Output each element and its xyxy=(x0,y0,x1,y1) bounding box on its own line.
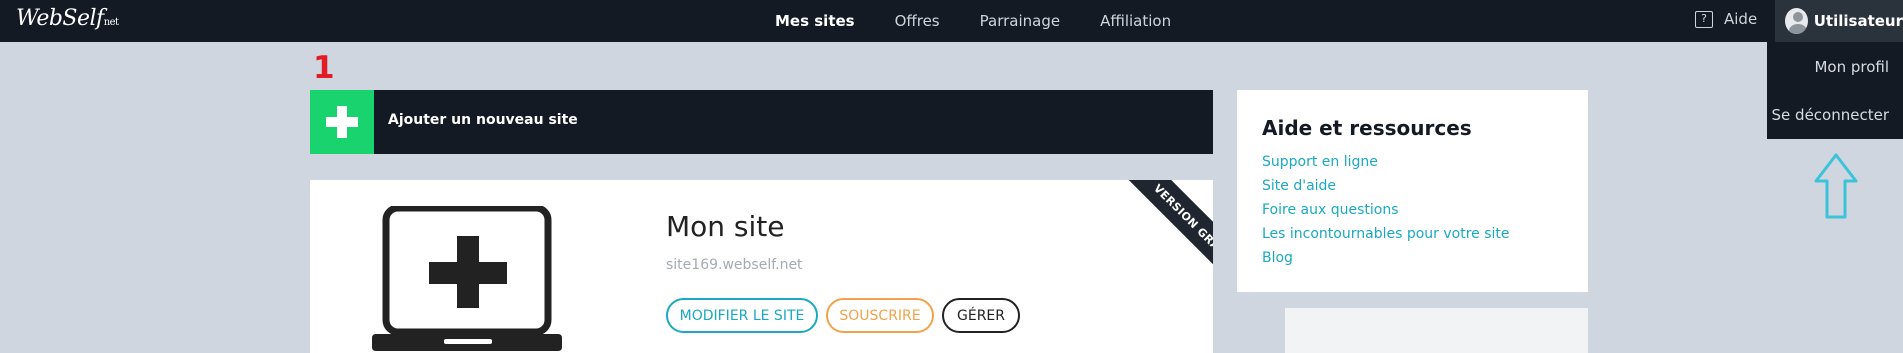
manage-button[interactable]: GÉRER xyxy=(942,298,1020,333)
help-link-support[interactable]: Support en ligne xyxy=(1262,150,1510,174)
nav-affiliation[interactable]: Affiliation xyxy=(1100,12,1171,30)
help-link-faq[interactable]: Foire aux questions xyxy=(1262,198,1510,222)
logo-suffix: net xyxy=(103,17,119,28)
subscribe-button[interactable]: SOUSCRIRE xyxy=(826,298,934,333)
annotation-marker-1: 1 xyxy=(313,50,335,86)
help-label: Aide xyxy=(1724,10,1758,28)
user-dropdown-menu: Mon profil Se déconnecter xyxy=(1767,42,1903,139)
nav-parrainage[interactable]: Parrainage xyxy=(980,12,1060,30)
nav-offres[interactable]: Offres xyxy=(895,12,940,30)
user-menu-button[interactable]: Utilisateur xyxy=(1775,0,1903,42)
question-icon: ? xyxy=(1695,10,1713,28)
help-link-site-aide[interactable]: Site d'aide xyxy=(1262,174,1510,198)
logo-text: WebSelf xyxy=(16,6,104,31)
site-url[interactable]: site169.webself.net xyxy=(666,257,803,273)
webself-logo[interactable]: WebSelfnet xyxy=(16,6,119,31)
user-label: Utilisateur xyxy=(1813,12,1903,30)
site-card: Mon site site169.webself.net MODIFIER LE… xyxy=(310,180,1213,353)
secondary-panel xyxy=(1285,308,1588,353)
help-links-list: Support en ligne Site d'aide Foire aux q… xyxy=(1262,150,1510,270)
laptop-plus-icon xyxy=(372,206,562,351)
arrow-up-icon xyxy=(1814,153,1858,219)
help-resources-panel: Aide et ressources Support en ligne Site… xyxy=(1237,90,1588,292)
menu-item-mon-profil[interactable]: Mon profil xyxy=(1814,58,1903,76)
menu-item-se-deconnecter[interactable]: Se déconnecter xyxy=(1772,106,1903,124)
user-avatar-icon xyxy=(1785,8,1808,34)
help-link[interactable]: ? Aide xyxy=(1695,10,1757,28)
add-new-site-label: Ajouter un nouveau site xyxy=(388,112,578,128)
help-link-blog[interactable]: Blog xyxy=(1262,246,1510,270)
free-version-ribbon: VERSION GRATUITE xyxy=(1118,180,1213,312)
add-new-site-bar[interactable]: Ajouter un nouveau site xyxy=(310,90,1213,154)
main-nav: Mes sites Offres Parrainage Affiliation xyxy=(775,0,1211,42)
help-link-incontournables[interactable]: Les incontournables pour votre site xyxy=(1262,222,1510,246)
top-navigation-bar: WebSelfnet Mes sites Offres Parrainage A… xyxy=(0,0,1903,42)
plus-icon xyxy=(310,90,374,154)
site-title: Mon site xyxy=(666,210,785,243)
modify-site-button[interactable]: MODIFIER LE SITE xyxy=(666,298,818,333)
help-panel-title: Aide et ressources xyxy=(1262,116,1472,140)
nav-mes-sites[interactable]: Mes sites xyxy=(775,12,855,30)
